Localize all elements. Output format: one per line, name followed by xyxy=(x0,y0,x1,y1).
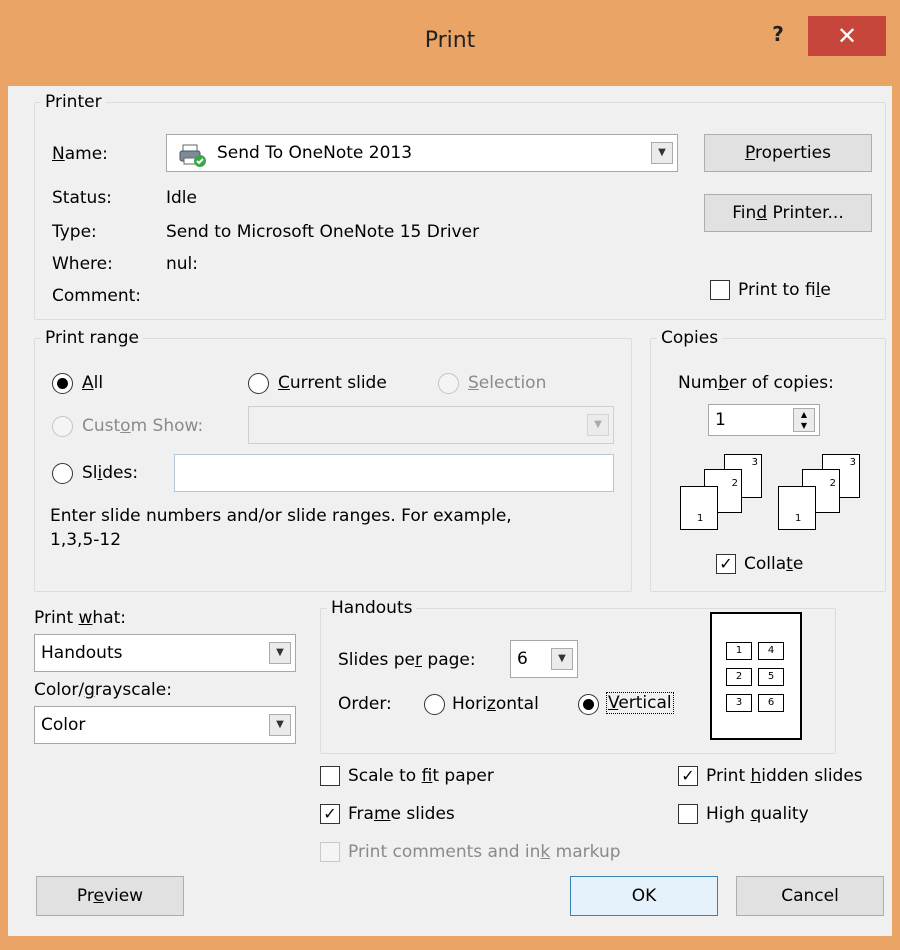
slides-per-page-value: 6 xyxy=(517,649,528,669)
slide-range-hint: Enter slide numbers and/or slide ranges.… xyxy=(50,506,512,526)
slides-per-page-dropdown[interactable]: 6 ▼ xyxy=(510,640,578,678)
handout-layout-preview: 1 4 2 5 3 6 xyxy=(710,612,802,740)
printer-icon xyxy=(179,143,207,172)
order-label: Order: xyxy=(338,694,392,714)
cancel-button[interactable]: Cancel xyxy=(736,876,884,916)
print-hidden-slides-checkbox[interactable]: ✓ xyxy=(678,766,698,786)
chevron-down-icon[interactable]: ▼ xyxy=(551,648,573,670)
slide-range-example: 1,3,5-12 xyxy=(50,530,122,550)
collate-label: Collate xyxy=(744,554,804,574)
copies-label: Copies xyxy=(661,328,719,348)
chevron-down-icon[interactable]: ▼ xyxy=(269,714,291,736)
slides-label: Slides: xyxy=(82,463,139,483)
close-icon: ✕ xyxy=(836,22,858,50)
print-hidden-slides-label: Print hidden slides xyxy=(706,766,863,786)
copies-value: 1 xyxy=(715,410,726,430)
window-border-bottom xyxy=(0,936,900,950)
high-quality-checkbox[interactable] xyxy=(678,804,698,824)
where-value: nul: xyxy=(166,254,198,274)
horizontal-label: Horizontal xyxy=(452,694,539,714)
selection-label: Selection xyxy=(468,373,547,393)
vertical-label: Vertical xyxy=(606,692,674,714)
print-range-label: Print range xyxy=(45,328,139,348)
scale-to-fit-label: Scale to fit paper xyxy=(348,766,494,786)
number-of-copies-label: Number of copies: xyxy=(678,373,834,393)
printer-group-label: Printer xyxy=(45,92,102,112)
print-comments-label: Print comments and ink markup xyxy=(348,842,621,862)
custom-show-label: Custom Show: xyxy=(82,416,204,436)
copies-spinner[interactable]: 1 ▲ ▼ xyxy=(708,404,820,436)
print-to-file-label: Print to file xyxy=(738,280,831,300)
print-what-dropdown[interactable]: Handouts ▼ xyxy=(34,634,296,672)
print-what-label: Print what: xyxy=(34,608,127,628)
print-to-file-checkbox[interactable] xyxy=(710,280,730,300)
where-label: Where: xyxy=(52,254,113,274)
find-printer-button[interactable]: Find Printer... xyxy=(704,194,872,232)
slides-input[interactable] xyxy=(174,454,614,492)
help-button[interactable]: ? xyxy=(760,22,796,52)
ok-button[interactable]: OK xyxy=(570,876,718,916)
slides-radio[interactable] xyxy=(52,463,73,484)
dialog-body: Printer Name: Send To OneNote 2013 ▼ Sta… xyxy=(8,86,892,936)
type-label: Type: xyxy=(52,222,97,242)
collate-checkbox[interactable]: ✓ xyxy=(716,554,736,574)
frame-slides-checkbox[interactable]: ✓ xyxy=(320,804,340,824)
spinner-arrows-icon[interactable]: ▲ ▼ xyxy=(793,408,815,432)
color-value: Color xyxy=(41,715,86,735)
properties-button[interactable]: Properties xyxy=(704,134,872,172)
horizontal-radio[interactable] xyxy=(424,694,445,715)
all-label: All xyxy=(82,373,104,393)
chevron-down-icon[interactable]: ▼ xyxy=(269,642,291,664)
all-radio[interactable] xyxy=(52,373,73,394)
window-border-left xyxy=(0,86,8,950)
close-button[interactable]: ✕ xyxy=(808,16,886,56)
scale-to-fit-checkbox[interactable] xyxy=(320,766,340,786)
slides-per-page-label: Slides per page: xyxy=(338,650,476,670)
status-label: Status: xyxy=(52,188,112,208)
handouts-label: Handouts xyxy=(331,598,413,618)
current-slide-radio[interactable] xyxy=(248,373,269,394)
status-value: Idle xyxy=(166,188,197,208)
print-comments-checkbox[interactable] xyxy=(320,842,340,862)
frame-slides-label: Frame slides xyxy=(348,804,455,824)
window-border-right xyxy=(892,86,900,950)
custom-show-dropdown[interactable]: ▼ xyxy=(248,406,614,444)
printer-name-label: Name: xyxy=(52,144,108,164)
color-dropdown[interactable]: Color ▼ xyxy=(34,706,296,744)
preview-button[interactable]: Preview xyxy=(36,876,184,916)
color-grayscale-label: Color/grayscale: xyxy=(34,680,172,700)
current-slide-label: Current slide xyxy=(278,373,387,393)
type-value: Send to Microsoft OneNote 15 Driver xyxy=(166,222,480,242)
print-what-value: Handouts xyxy=(41,643,123,663)
custom-show-radio[interactable] xyxy=(52,416,73,437)
comment-label: Comment: xyxy=(52,286,142,306)
chevron-down-icon[interactable]: ▼ xyxy=(651,142,673,164)
printer-name-value: Send To OneNote 2013 xyxy=(217,143,413,163)
chevron-down-icon[interactable]: ▼ xyxy=(587,414,609,436)
title-bar: Print ? ✕ xyxy=(0,0,900,86)
selection-radio[interactable] xyxy=(438,373,459,394)
vertical-radio[interactable] xyxy=(578,694,599,715)
high-quality-label: High quality xyxy=(706,804,809,824)
printer-name-dropdown[interactable]: Send To OneNote 2013 ▼ xyxy=(166,134,678,172)
